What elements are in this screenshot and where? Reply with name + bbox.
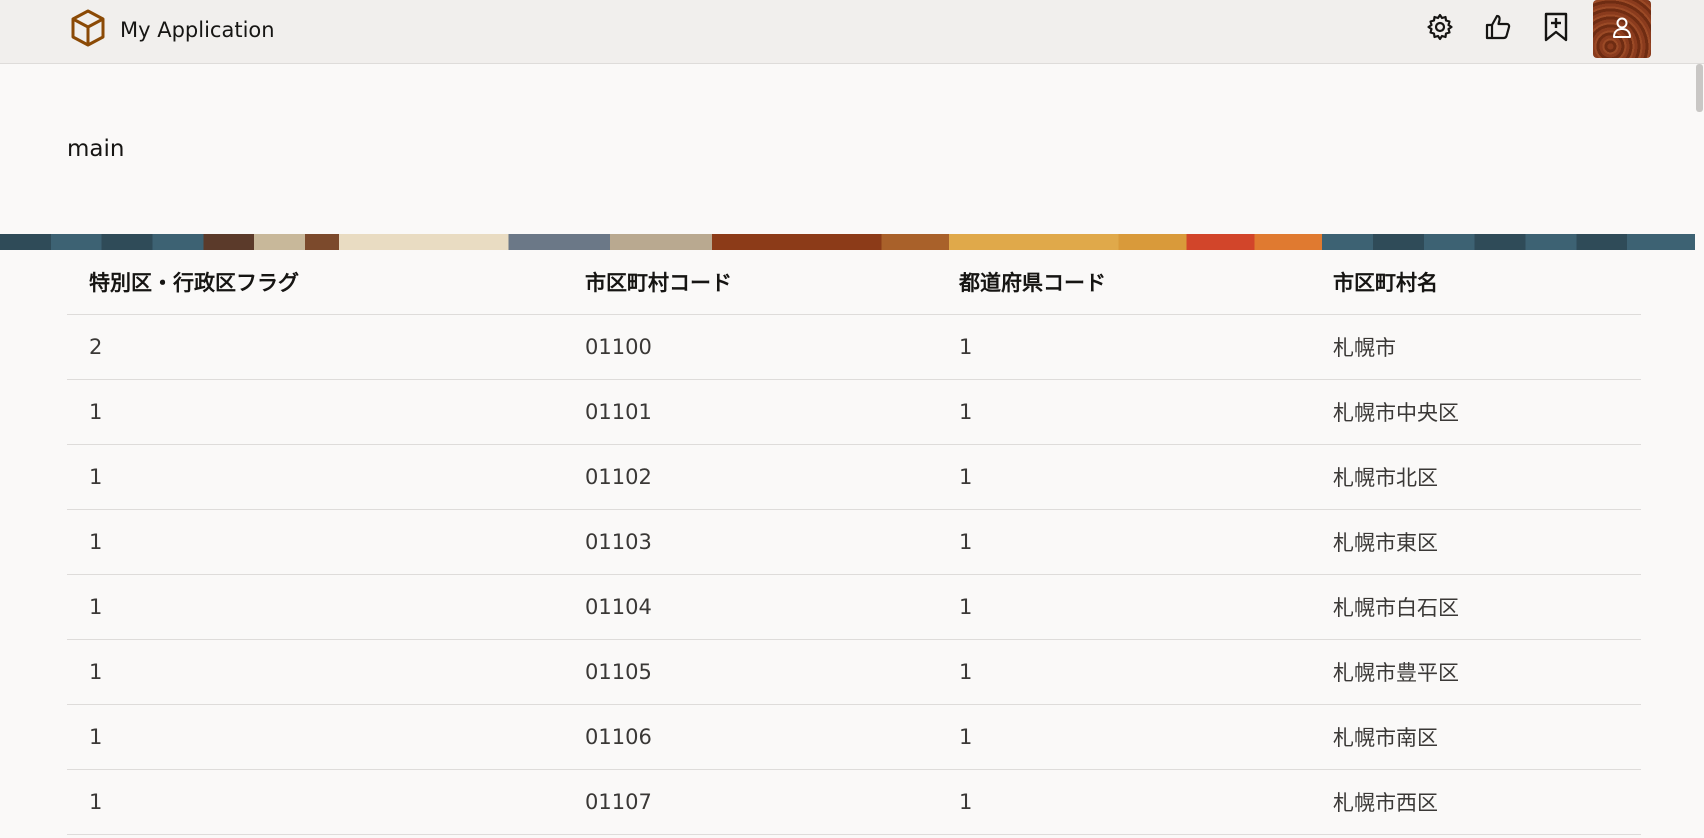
bookmark-button[interactable] (1527, 0, 1585, 58)
data-table: 特別区・行政区フラグ 市区町村コード 都道府県コード 市区町村名 2 01100… (67, 250, 1641, 835)
column-header-municipality-code[interactable]: 市区町村コード (563, 250, 937, 315)
table-cell: 2 (67, 314, 563, 380)
table-cell: 1 (937, 639, 1311, 705)
thumbs-up-icon (1484, 13, 1512, 45)
table-cell: 1 (937, 769, 1311, 835)
user-icon (1611, 15, 1633, 43)
table-cell: 01104 (563, 574, 937, 640)
like-button[interactable] (1469, 0, 1527, 58)
gear-icon (1426, 13, 1454, 45)
table-cell: 1 (937, 574, 1311, 640)
table-cell: 01105 (563, 639, 937, 705)
table-cell: 1 (67, 639, 563, 705)
table-cell: 札幌市東区 (1311, 509, 1641, 575)
settings-button[interactable] (1411, 0, 1469, 58)
table-cell: 01102 (563, 444, 937, 510)
avatar[interactable] (1593, 0, 1651, 58)
brand[interactable]: My Application (70, 9, 275, 51)
table-cell: 1 (937, 444, 1311, 510)
table-header-row: 特別区・行政区フラグ 市区町村コード 都道府県コード 市区町村名 (67, 250, 1641, 315)
table-cell: 1 (937, 509, 1311, 575)
table-cell: 札幌市西区 (1311, 769, 1641, 835)
scrollbar-thumb[interactable] (1696, 64, 1703, 112)
table-cell: 札幌市南区 (1311, 704, 1641, 770)
app-header: My Application (0, 0, 1704, 64)
column-header-special-ward-flag[interactable]: 特別区・行政区フラグ (67, 250, 563, 315)
table-cell: 01100 (563, 314, 937, 380)
page-title: main (67, 136, 125, 162)
vertical-scrollbar[interactable] (1695, 64, 1704, 838)
table-cell: 1 (67, 509, 563, 575)
table-cell: 1 (67, 379, 563, 445)
table-cell: 札幌市白石区 (1311, 574, 1641, 640)
table-row[interactable]: 1 01106 1 札幌市南区 (67, 704, 1641, 770)
table-cell: 札幌市中央区 (1311, 379, 1641, 445)
table-row[interactable]: 1 01107 1 札幌市西区 (67, 769, 1641, 835)
table-row[interactable]: 1 01105 1 札幌市豊平区 (67, 639, 1641, 705)
table-cell: 01106 (563, 704, 937, 770)
table-row[interactable]: 1 01102 1 札幌市北区 (67, 444, 1641, 510)
table-row[interactable]: 2 01100 1 札幌市 (67, 314, 1641, 380)
app-title: My Application (120, 18, 275, 42)
table-cell: 01107 (563, 769, 937, 835)
decorative-banner (0, 234, 1695, 250)
table-row[interactable]: 1 01103 1 札幌市東区 (67, 509, 1641, 575)
table-cell: 1 (67, 444, 563, 510)
table-cell: 01101 (563, 379, 937, 445)
table-cell: 01103 (563, 509, 937, 575)
cube-icon (70, 9, 106, 51)
table-cell: 1 (67, 574, 563, 640)
bookmark-add-icon (1543, 12, 1569, 46)
column-header-municipality-name[interactable]: 市区町村名 (1311, 250, 1641, 315)
table-cell: 1 (937, 704, 1311, 770)
table-cell: 札幌市豊平区 (1311, 639, 1641, 705)
table-row[interactable]: 1 01104 1 札幌市白石区 (67, 574, 1641, 640)
table-cell: 1 (67, 769, 563, 835)
header-toolbar (1411, 0, 1651, 58)
table-cell: 札幌市 (1311, 314, 1641, 380)
column-header-prefecture-code[interactable]: 都道府県コード (937, 250, 1311, 315)
table-cell: 1 (937, 314, 1311, 380)
table-cell: 1 (67, 704, 563, 770)
table-cell: 札幌市北区 (1311, 444, 1641, 510)
table-cell: 1 (937, 379, 1311, 445)
table-row[interactable]: 1 01101 1 札幌市中央区 (67, 379, 1641, 445)
